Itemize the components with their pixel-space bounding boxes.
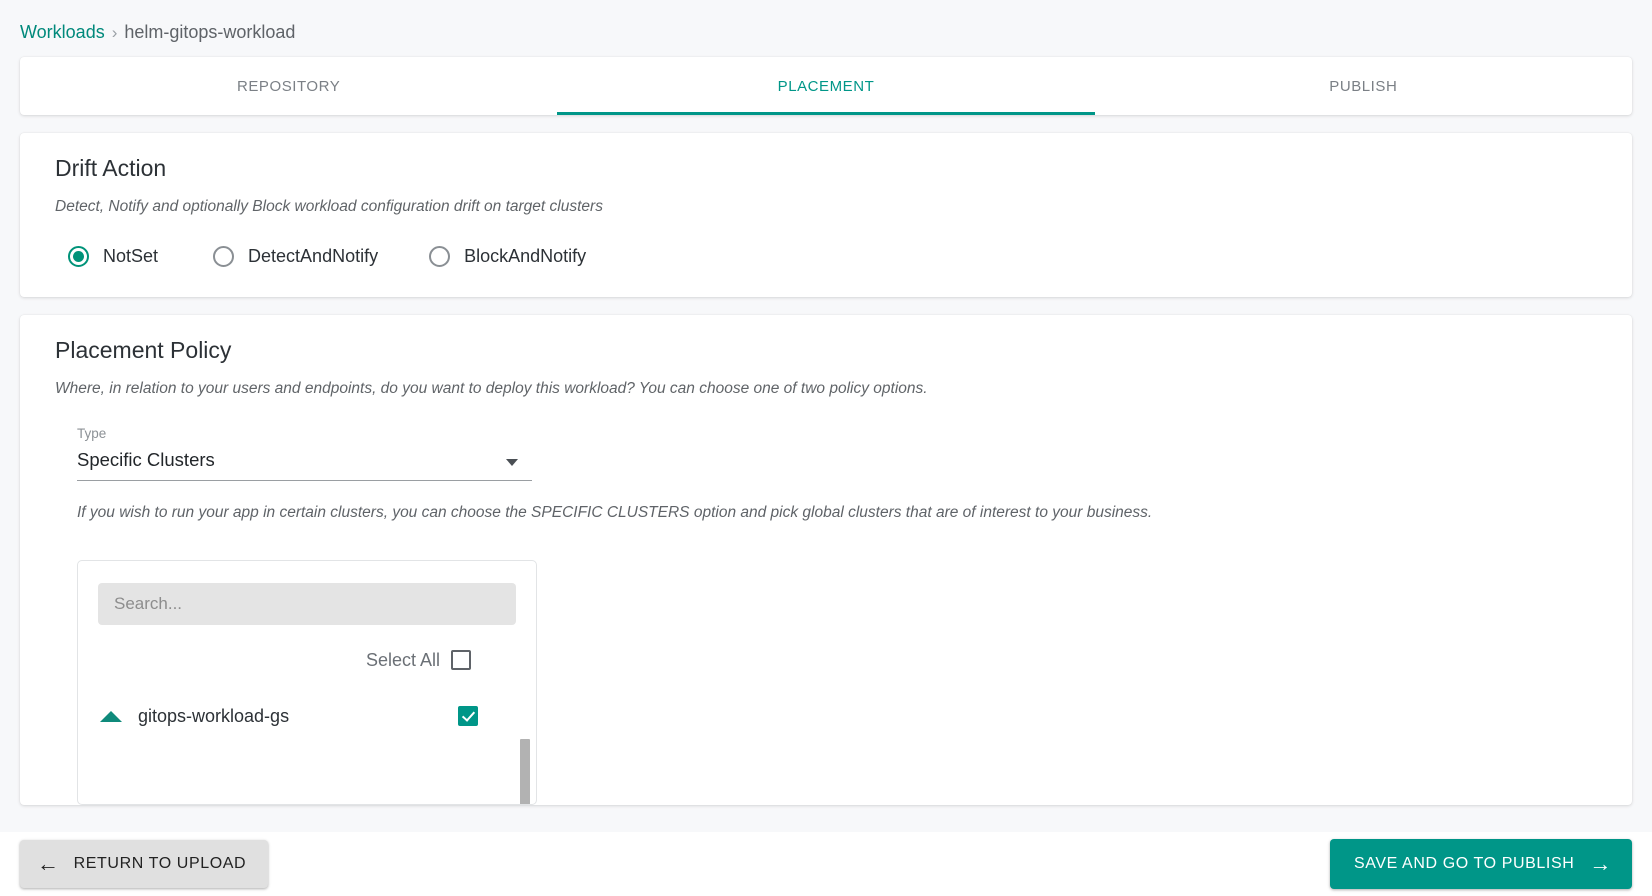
placement-type-hint: If you wish to run your app in certain c…	[77, 504, 1153, 521]
tab-placement-label: PLACEMENT	[777, 77, 875, 95]
drift-action-title: Drift Action	[55, 155, 167, 181]
wizard-tabs: REPOSITORY PLACEMENT PUBLISH	[20, 57, 1632, 115]
cluster-list-item[interactable]: gitops-workload-gs	[78, 693, 536, 739]
breadcrumb-current: helm-gitops-workload	[124, 22, 296, 42]
breadcrumb: Workloads › helm-gitops-workload	[0, 0, 1652, 57]
placement-type-label: Type	[77, 426, 107, 441]
drift-action-card: Drift Action Detect, Notify and optional…	[20, 133, 1632, 297]
select-all-label: Select All	[365, 649, 440, 670]
tab-repository[interactable]: REPOSITORY	[20, 57, 557, 115]
tab-repository-label: REPOSITORY	[237, 77, 341, 95]
cluster-picker-wrap: Select All gitops-workload-gs	[77, 560, 1632, 805]
radio-notset-indicator	[68, 246, 89, 267]
select-all-row[interactable]: Select All	[78, 639, 536, 681]
triangle-up-icon[interactable]	[100, 710, 122, 722]
placement-type-value: Specific Clusters	[77, 449, 215, 470]
radio-detectandnotify-indicator	[213, 246, 235, 267]
placement-policy-title: Placement Policy	[55, 337, 232, 363]
save-and-go-to-publish-label: SAVE AND GO TO PUBLISH	[1354, 855, 1575, 872]
page-scroll-area[interactable]: Workloads › helm-gitops-workload REPOSITOR…	[0, 0, 1652, 832]
placement-page: Workloads › helm-gitops-workload REPOSITOR…	[0, 0, 1652, 896]
return-to-upload-button[interactable]: ← RETURN TO UPLOAD	[20, 840, 269, 888]
radio-notset[interactable]: NotSet	[68, 246, 158, 267]
return-to-upload-label: RETURN TO UPLOAD	[73, 855, 247, 872]
save-and-go-to-publish-button[interactable]: SAVE AND GO TO PUBLISH →	[1330, 839, 1632, 889]
arrow-left-icon: ←	[37, 851, 60, 876]
wizard-footer: ← RETURN TO UPLOAD SAVE AND GO TO PUBLIS…	[0, 832, 1652, 896]
tab-publish-label: PUBLISH	[1329, 77, 1398, 95]
tab-placement[interactable]: PLACEMENT	[557, 57, 1095, 115]
placement-type-field: Type Specific Clusters	[77, 426, 532, 481]
cluster-checkbox[interactable]	[458, 706, 478, 726]
cluster-search-input[interactable]	[112, 593, 502, 615]
arrow-right-icon: →	[1589, 851, 1612, 876]
chevron-down-icon	[506, 459, 518, 466]
cluster-list-scrollbar[interactable]	[520, 739, 530, 804]
drift-action-description: Detect, Notify and optionally Block work…	[55, 198, 603, 215]
select-all-checkbox[interactable]	[451, 650, 471, 670]
cluster-search-box[interactable]	[98, 583, 516, 625]
radio-detectandnotify-label: DetectAndNotify	[248, 246, 379, 266]
cluster-picker: Select All gitops-workload-gs	[77, 560, 537, 805]
placement-policy-card: Placement Policy Where, in relation to y…	[20, 315, 1632, 805]
drift-action-radio-group: NotSet DetectAndNotify BlockAndNotify	[68, 246, 1632, 297]
radio-detectandnotify[interactable]: DetectAndNotify	[213, 246, 378, 267]
cluster-list-body: Select All gitops-workload-gs	[78, 639, 536, 804]
radio-blockandnotify-label: BlockAndNotify	[464, 246, 587, 266]
radio-notset-label: NotSet	[103, 246, 159, 266]
radio-blockandnotify-indicator	[429, 246, 451, 267]
tab-publish[interactable]: PUBLISH	[1095, 57, 1632, 115]
placement-type-select[interactable]: Specific Clusters	[77, 449, 532, 481]
placement-policy-description: Where, in relation to your users and end…	[55, 380, 928, 397]
breadcrumb-link-workloads[interactable]: Workloads	[20, 22, 105, 42]
breadcrumb-separator: ›	[111, 23, 118, 42]
radio-blockandnotify[interactable]: BlockAndNotify	[429, 246, 586, 267]
cluster-name-label: gitops-workload-gs	[138, 705, 290, 726]
